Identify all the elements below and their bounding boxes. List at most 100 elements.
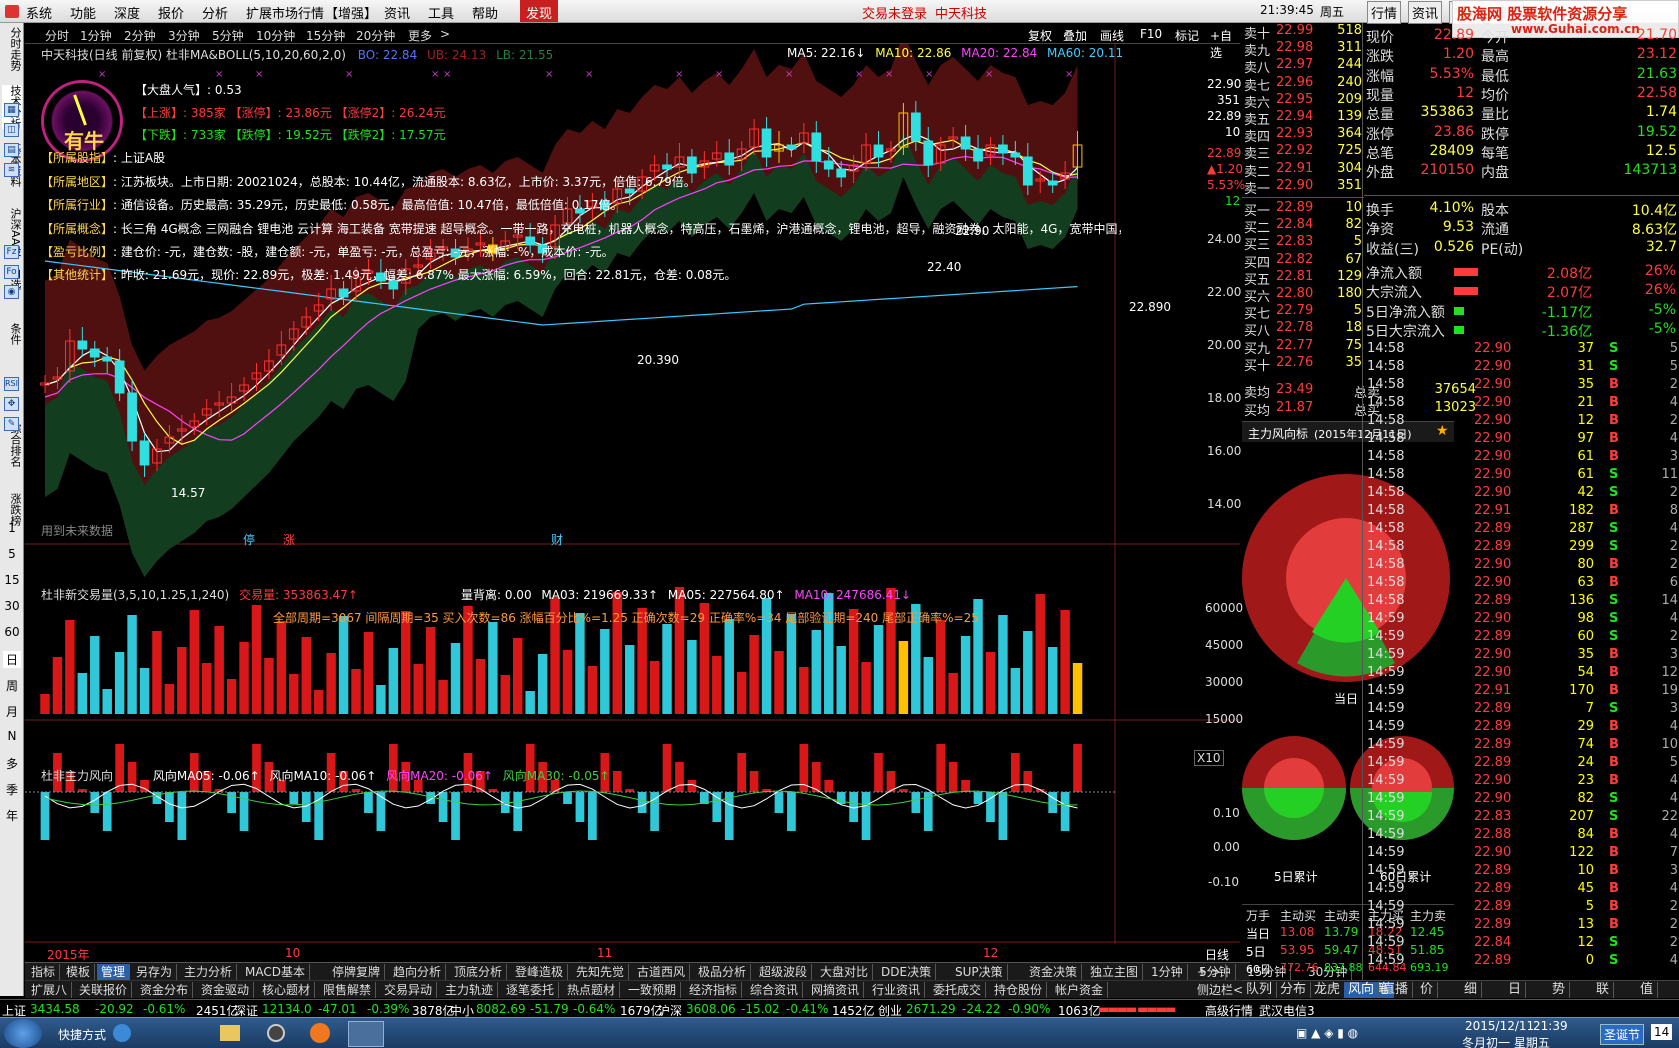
tick-row[interactable]: 14:59 22.89 45 B 4 [1364,881,1679,899]
period-week[interactable]: 周 [3,677,21,694]
tick-row[interactable]: 14:59 22.91 170 B 19 [1364,683,1679,701]
tick-row[interactable]: 14:58 22.90 61 B 3 [1364,449,1679,467]
period-tab-5min[interactable]: 5分钟 [212,27,244,44]
stock-app-task-icon[interactable] [348,1021,384,1047]
tick-row[interactable]: 14:59 22.84 12 S 2 [1364,935,1679,953]
extension-tab-9[interactable]: 热点题材 [563,982,621,998]
indicator-tab-11[interactable]: 古道西风 [633,964,691,980]
tick-row[interactable]: 14:59 22.90 23 B 4 [1364,773,1679,791]
extension-tab-2[interactable]: 资金分布 [136,982,194,998]
indicator-tab-9[interactable]: 登峰造极 [511,964,569,980]
indicator-tab-6[interactable]: 停牌复牌 [328,964,386,980]
period-n[interactable]: N [3,729,21,743]
more-chevron-icon[interactable]: > [440,27,450,41]
tab-scroll-icon[interactable]: + > [1193,964,1226,980]
rsi-icon[interactable]: RSI [4,377,19,391]
indicator-tab-15[interactable]: DDE决策 [877,964,937,980]
adjust-button[interactable]: 复权 [1028,27,1052,44]
tick-row[interactable]: 14:58 22.89 299 S 2 [1364,539,1679,557]
extension-tab-12[interactable]: 综合资讯 [746,982,804,998]
extension-tab-16[interactable]: 持仓股份 [990,982,1048,998]
tick-row[interactable]: 14:59 22.89 60 S 2 [1364,629,1679,647]
menu-quote[interactable]: 报价 [158,3,184,22]
menu-news[interactable]: 资讯 [384,3,410,22]
tick-row[interactable]: 14:58 22.90 63 B 6 [1364,575,1679,593]
news-button[interactable]: 资讯 [1408,1,1443,24]
toolbar-icon-6[interactable]: Fo [4,265,19,279]
tick-row[interactable]: 14:58 22.91 182 B 8 [1364,503,1679,521]
tick-row[interactable]: 14:58 22.89 287 S 4 [1364,521,1679,539]
wind-tab-0[interactable]: 队列 [1242,982,1278,998]
tick-row[interactable]: 14:59 22.90 54 B 12 [1364,665,1679,683]
extension-tab-17[interactable]: 帐户资金 [1051,982,1109,998]
tick-row[interactable]: 14:59 22.89 5 B 2 [1364,899,1679,917]
ticks-tab-1[interactable]: 价 [1416,982,1439,998]
tick-row[interactable]: 14:59 22.90 82 S 4 [1364,791,1679,809]
menu-system[interactable]: 系统 [26,3,52,22]
extension-tab-0[interactable]: 扩展八 [27,982,73,998]
period-day[interactable]: 日 [3,651,21,668]
period-30[interactable]: 30 [3,599,21,613]
ticks-tab-6[interactable]: 值 [1636,982,1659,998]
menu-help[interactable]: 帮助 [472,3,498,22]
indicator-tab-10[interactable]: 先知先觉 [572,964,630,980]
indicator-tab-14[interactable]: 大盘对比 [816,964,874,980]
tab-intraday[interactable]: 分时走势 [2,27,22,71]
overlay-button[interactable]: 叠加 [1063,27,1087,44]
app-icon[interactable] [267,1024,285,1042]
period-month[interactable]: 月 [3,703,21,720]
toolbar-icon-1[interactable]: ▦ [4,103,19,117]
tick-row[interactable]: 14:58 22.90 31 S 5 [1364,359,1679,377]
tray-icons[interactable]: ▣ ▲ ◈ ▮ ◍ [1296,1026,1358,1040]
indicator-tab-13[interactable]: 超级波段 [755,964,813,980]
tick-row[interactable]: 14:58 22.90 35 B 2 [1364,377,1679,395]
quote-button[interactable]: 行情 [1367,1,1402,24]
ticks-tab-4[interactable]: 势 [1548,982,1571,998]
period-tab-10min[interactable]: 10分钟 [256,27,295,44]
f10-button[interactable]: F10 [1140,27,1162,41]
extension-tab-7[interactable]: 主力轨迹 [441,982,499,998]
period-5[interactable]: 5 [3,547,21,561]
menu-extended-market[interactable]: 扩展市场行情 [246,3,324,22]
toolbar-icon-2[interactable]: ◫ [4,123,19,137]
tick-row[interactable]: 14:58 22.90 12 B 2 [1364,413,1679,431]
tick-row[interactable]: 14:59 22.89 74 B 10 [1364,737,1679,755]
start-button-icon[interactable] [4,1019,42,1048]
pencil-icon[interactable]: ✎ [4,417,19,431]
period-tab-2min[interactable]: 2分钟 [124,27,156,44]
mark-button[interactable]: 标记 [1175,27,1199,44]
menu-enhanced[interactable]: 【增强】 [325,3,377,22]
indicator-tab-17[interactable]: 资金决策 [1025,964,1083,980]
indicator-tab-4[interactable]: 主力分析 [180,964,238,980]
indicator-tab-16[interactable]: SUP决策 [951,964,1008,980]
period-15[interactable]: 15 [3,573,21,587]
period-tab-15min[interactable]: 15分钟 [306,27,345,44]
indicator-tab-12[interactable]: 极品分析 [694,964,752,980]
indicator-tab-18[interactable]: 独立主图 [1086,964,1144,980]
draw-line-button[interactable]: 画线 [1100,27,1124,44]
tick-row[interactable]: 14:59 22.89 13 B 2 [1364,917,1679,935]
toolbar-icon-5[interactable]: Fz [4,245,19,259]
tick-row[interactable]: 14:59 22.90 98 S 4 [1364,611,1679,629]
indicator-tab-2[interactable]: 管理 [97,964,131,980]
tick-row[interactable]: 14:59 22.89 10 B 3 [1364,863,1679,881]
tick-row[interactable]: 14:58 22.90 42 S 2 [1364,485,1679,503]
toolbar-icon-4[interactable]: ≋ [4,163,19,177]
menu-tools[interactable]: 工具 [428,3,454,22]
period-quarter[interactable]: 季 [3,781,21,798]
tick-row[interactable]: 14:59 22.89 29 B 4 [1364,719,1679,737]
wind-tab-2[interactable]: 龙虎 [1310,982,1346,998]
holiday-badge[interactable]: 圣诞节 [1600,1024,1645,1045]
extension-tab-11[interactable]: 经济指标 [685,982,743,998]
menu-discover[interactable]: 发现 [520,0,559,22]
tick-row[interactable]: 14:58 22.90 97 B 4 [1364,431,1679,449]
extension-tab-4[interactable]: 核心题材 [258,982,316,998]
period-tab-20min[interactable]: 20分钟 [356,27,395,44]
ticks-tab-3[interactable]: 日 [1504,982,1527,998]
indicator-tab-1[interactable]: 模板 [62,964,96,980]
extension-tab-14[interactable]: 行业资讯 [868,982,926,998]
period-multi[interactable]: 多 [3,755,21,772]
indicator-tab-0[interactable]: 指标 [27,964,61,980]
chart-area[interactable]: × × × × × × × × × × × × × × × × 中天科技(日线 前复权) 杜非MA&BOLL(… [25,44,1245,964]
ie-icon[interactable] [113,1024,131,1042]
